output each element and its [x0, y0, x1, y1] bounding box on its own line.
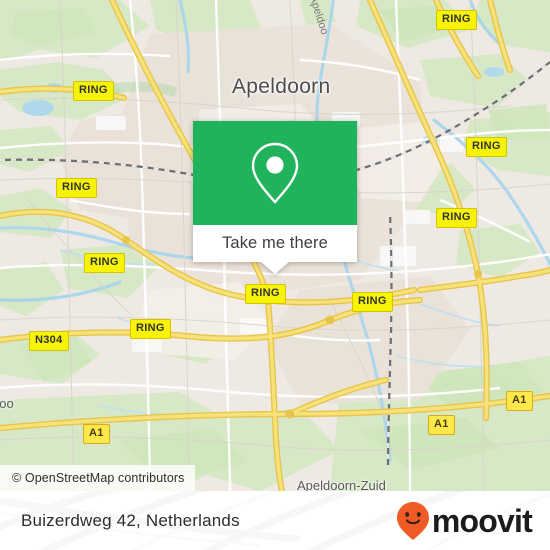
moovit-wordmark: moovit — [431, 502, 533, 539]
location-address: Buizerdweg 42, Netherlands — [21, 491, 240, 550]
take-me-there-label: Take me there — [222, 234, 328, 252]
moovit-logo[interactable]: moovit — [396, 491, 533, 550]
address-text: Buizerdweg 42, Netherlands — [21, 510, 240, 530]
map-page: Apeldoorn Apeldoorn-Zuid rloo Apeldoo RI… — [0, 0, 550, 550]
map-attribution: © OpenStreetMap contributors — [0, 465, 195, 491]
callout-button-area[interactable]: Take me there — [193, 225, 357, 262]
callout-tail — [261, 262, 289, 274]
footer-bar: Buizerdweg 42, Netherlands moovit — [0, 491, 550, 550]
attribution-text: © OpenStreetMap contributors — [12, 471, 185, 485]
map-pin-icon — [251, 142, 299, 204]
moovit-smiley-pin-icon — [396, 501, 429, 540]
map-canvas[interactable]: Apeldoorn Apeldoorn-Zuid rloo Apeldoo RI… — [0, 0, 550, 491]
take-me-there-callout[interactable]: Take me there — [193, 121, 357, 274]
callout-icon-area — [193, 121, 357, 225]
